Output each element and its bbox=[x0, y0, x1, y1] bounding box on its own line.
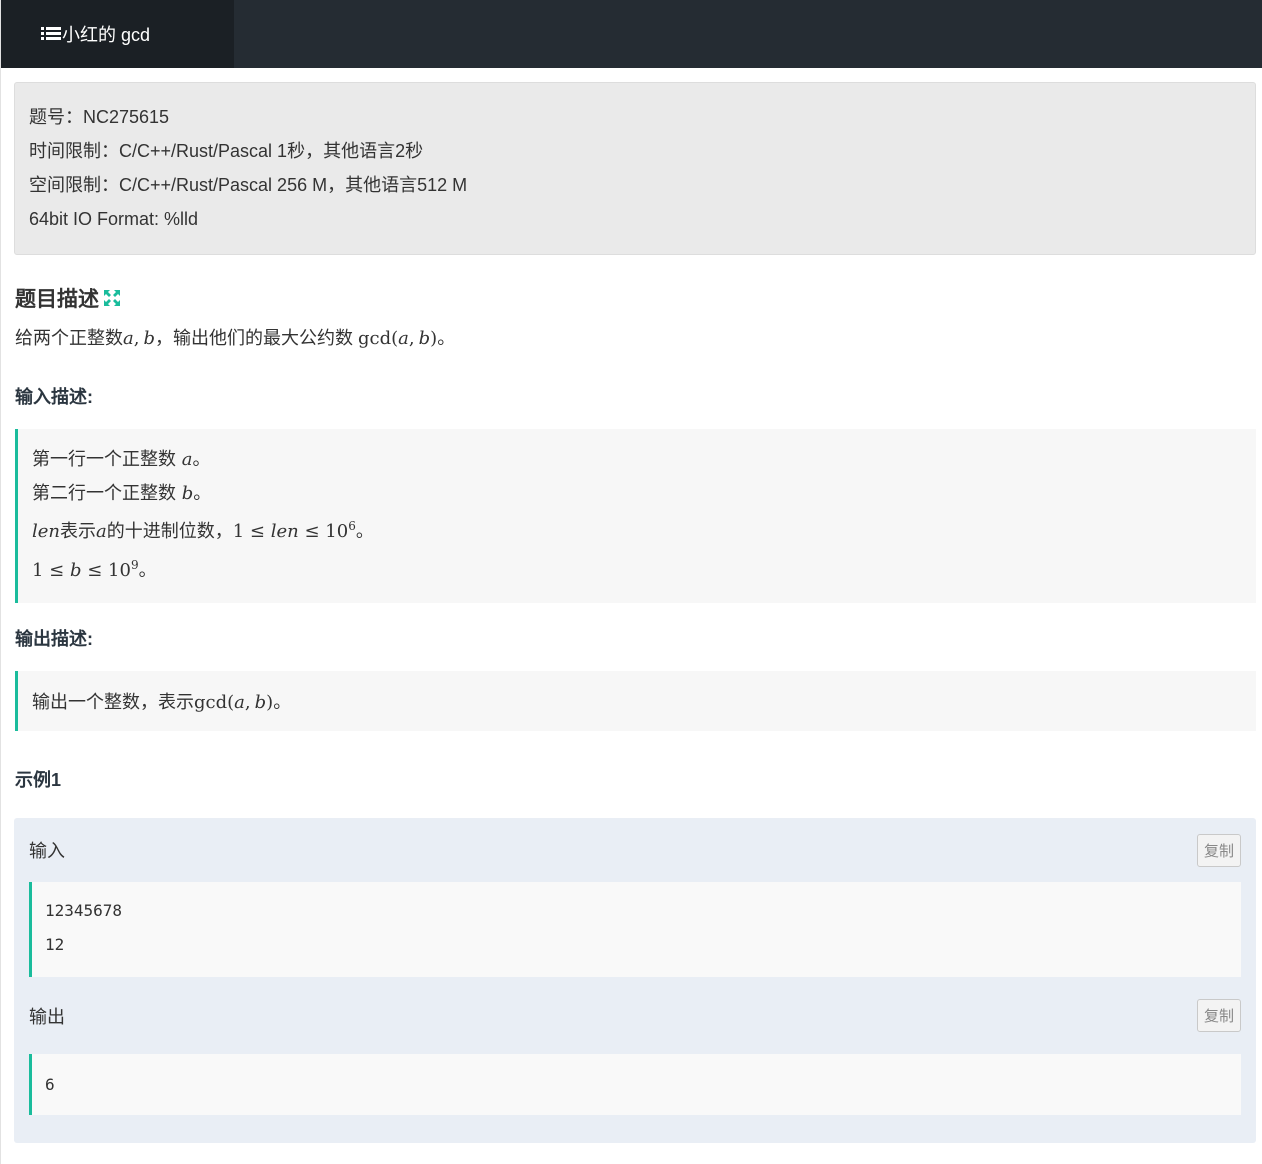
tab-problem[interactable]: 小红的 gcd bbox=[1, 0, 234, 68]
description-heading: 题目描述 bbox=[15, 283, 1262, 313]
list-icon bbox=[41, 27, 61, 41]
code-line: 6 bbox=[45, 1074, 55, 1094]
example-output-label: 输出 bbox=[29, 1006, 65, 1027]
line-text: 第一行一个正整数 bbox=[32, 449, 182, 470]
exponent: 6 bbox=[348, 519, 356, 533]
gcd-text: gcd bbox=[358, 328, 392, 349]
memory-limit: 空间限制：C/C++/Rust/Pascal 256 M，其他语言512 M bbox=[29, 175, 468, 195]
comma: , bbox=[408, 328, 415, 349]
math-expr: 1 ≤ bbox=[32, 559, 70, 581]
example-block: 输入 复制 12345678 12 输出 复制 6 bbox=[14, 818, 1256, 1143]
example-title: 示例1 bbox=[15, 770, 62, 790]
var-b: b bbox=[69, 559, 82, 581]
tab-title: 小红的 gcd bbox=[62, 25, 151, 45]
line-text: 表示 bbox=[60, 521, 97, 542]
copy-output-button[interactable]: 复制 bbox=[1197, 999, 1241, 1032]
var-b: b bbox=[143, 328, 155, 349]
period: 。 bbox=[192, 449, 211, 470]
var-a: a bbox=[181, 449, 193, 470]
desc-mid: ，输出他们的最大公约数 bbox=[155, 328, 358, 348]
input-line-2: 第二行一个正整数 b。 bbox=[32, 477, 1256, 511]
input-line-4: 1 ≤ b ≤ 109。 bbox=[32, 549, 1256, 588]
comma: , bbox=[133, 328, 140, 349]
var-a: a bbox=[96, 521, 107, 542]
var-a: a bbox=[123, 328, 134, 349]
input-line-1: 第一行一个正整数 a。 bbox=[32, 443, 1256, 477]
desc-prefix: 给两个正整数 bbox=[15, 328, 123, 348]
var-a: a bbox=[398, 328, 409, 349]
output-line-1: 输出一个整数，表示gcd(a, b)。 bbox=[32, 688, 291, 714]
var-b: b bbox=[181, 482, 194, 504]
line-text: 的十进制位数， bbox=[106, 521, 233, 542]
period: 。 bbox=[193, 482, 212, 504]
comma: , bbox=[244, 692, 251, 713]
math-expr: 1 ≤ bbox=[232, 521, 271, 542]
period: 。 bbox=[355, 521, 374, 542]
example-output-code: 6 bbox=[29, 1054, 1241, 1115]
problem-id: 题号：NC275615 bbox=[29, 107, 170, 127]
var-a: a bbox=[234, 692, 245, 713]
var-len: len bbox=[270, 521, 299, 542]
input-line-3: len表示a的十进制位数，1 ≤ len ≤ 106。 bbox=[32, 510, 1256, 549]
problem-info-box: 题号：NC275615 时间限制：C/C++/Rust/Pascal 1秒，其他… bbox=[14, 82, 1256, 255]
var-b: b bbox=[254, 692, 267, 713]
copy-input-button[interactable]: 复制 bbox=[1197, 833, 1241, 867]
line-text: 第二行一个正整数 bbox=[32, 482, 182, 504]
description-title: 题目描述 bbox=[15, 288, 99, 311]
period: 。 bbox=[138, 559, 157, 581]
output-desc-block: 输出一个整数，表示gcd(a, b)。 bbox=[15, 671, 1256, 731]
output-desc-heading: 输出描述: bbox=[15, 629, 93, 649]
example-input-header: 输入 复制 bbox=[29, 818, 1241, 882]
problem-page: 小红的 gcd 题号：NC275615 时间限制：C/C++/Rust/Pasc… bbox=[0, 0, 1262, 1164]
code-line: 12 bbox=[45, 935, 65, 954]
exponent: 9 bbox=[130, 557, 139, 572]
line-text: 输出一个整数，表示 bbox=[32, 692, 194, 713]
time-limit: 时间限制：C/C++/Rust/Pascal 1秒，其他语言2秒 bbox=[29, 141, 424, 161]
example-output-header: 输出 复制 bbox=[29, 977, 1241, 1054]
io-format: 64bit IO Format: %lld bbox=[29, 209, 199, 229]
example-input-code: 12345678 12 bbox=[29, 882, 1241, 977]
period: 。 bbox=[273, 692, 292, 713]
var-b: b bbox=[418, 328, 431, 349]
input-desc-block: 第一行一个正整数 a。 第二行一个正整数 b。 len表示a的十进制位数，1 ≤… bbox=[15, 429, 1256, 603]
math-expr: ≤ 10 bbox=[298, 521, 349, 542]
math-expr: ≤ 10 bbox=[81, 559, 131, 581]
gcd-text: gcd bbox=[194, 692, 228, 713]
input-desc-heading: 输入描述: bbox=[15, 387, 93, 407]
expand-icon[interactable] bbox=[103, 289, 121, 307]
top-bar: 小红的 gcd bbox=[1, 0, 1262, 68]
desc-end: 。 bbox=[437, 328, 456, 348]
code-line: 12345678 bbox=[45, 901, 123, 920]
example-input-label: 输入 bbox=[29, 841, 65, 861]
var-len: len bbox=[32, 521, 61, 542]
description-text: 给两个正整数a, b，输出他们的最大公约数 gcd(a, b)。 bbox=[15, 323, 1262, 353]
